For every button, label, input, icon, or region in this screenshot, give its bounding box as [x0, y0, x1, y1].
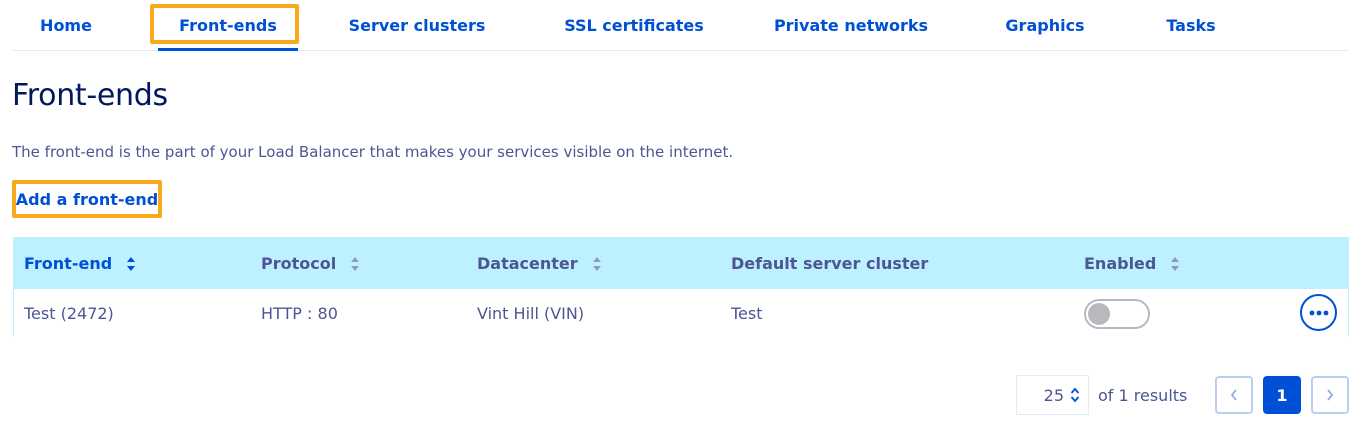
sort-icon[interactable] [1170, 256, 1180, 272]
tab-graphics[interactable]: Graphics [992, 0, 1098, 50]
tab-ssl-certificates[interactable]: SSL certificates [552, 0, 716, 50]
tab-tasks[interactable]: Tasks [1152, 0, 1230, 50]
results-count: of 1 results [1098, 385, 1188, 405]
front-ends-table: Front-end Protocol Datacenter Default se… [13, 237, 1349, 337]
enabled-toggle[interactable] [1084, 299, 1150, 329]
column-header-label: Default server cluster [731, 254, 929, 273]
page-title: Front-ends [12, 78, 168, 113]
chevron-left-icon [1230, 389, 1237, 401]
tab-server-clusters[interactable]: Server clusters [342, 0, 492, 50]
previous-page-button[interactable] [1215, 376, 1253, 414]
table-header: Front-end Protocol Datacenter Default se… [14, 238, 1348, 289]
page-button-current[interactable]: 1 [1263, 376, 1301, 414]
column-header-front-end[interactable]: Front-end [24, 238, 136, 289]
page-size-value: 25 [1043, 385, 1064, 405]
tab-private-networks[interactable]: Private networks [768, 0, 934, 50]
page-size-select[interactable]: 25 [1016, 375, 1089, 415]
column-header-label: Enabled [1084, 254, 1157, 273]
row-actions-button[interactable] [1300, 294, 1337, 331]
chevron-updown-icon [1070, 387, 1080, 403]
sort-icon[interactable] [350, 256, 360, 272]
add-front-end-link[interactable]: Add a front-end [12, 180, 162, 218]
sort-icon[interactable] [592, 256, 602, 272]
page-description: The front-end is the part of your Load B… [12, 143, 734, 161]
tab-bar: Home Front-ends Server clusters SSL cert… [12, 0, 1349, 51]
column-header-label: Datacenter [477, 254, 578, 273]
sort-icon[interactable] [126, 256, 136, 272]
table-row: Test (2472) HTTP : 80 Vint Hill (VIN) Te… [14, 289, 1348, 337]
toggle-knob [1088, 303, 1110, 325]
cell-front-end: Test (2472) [24, 303, 114, 323]
column-header-default-server-cluster: Default server cluster [731, 238, 928, 289]
chevron-right-icon [1327, 389, 1334, 401]
column-header-label: Protocol [261, 254, 337, 273]
cell-datacenter: Vint Hill (VIN) [477, 303, 585, 323]
next-page-button[interactable] [1311, 376, 1349, 414]
column-header-datacenter[interactable]: Datacenter [477, 238, 602, 289]
tab-front-ends[interactable]: Front-ends [158, 0, 298, 51]
cell-default-server-cluster: Test [731, 303, 763, 323]
column-header-enabled[interactable]: Enabled [1084, 238, 1180, 289]
tab-home[interactable]: Home [12, 0, 120, 50]
column-header-protocol[interactable]: Protocol [261, 238, 360, 289]
cell-protocol: HTTP : 80 [261, 303, 338, 323]
more-options-icon [1309, 310, 1328, 315]
column-header-label: Front-end [24, 254, 113, 273]
